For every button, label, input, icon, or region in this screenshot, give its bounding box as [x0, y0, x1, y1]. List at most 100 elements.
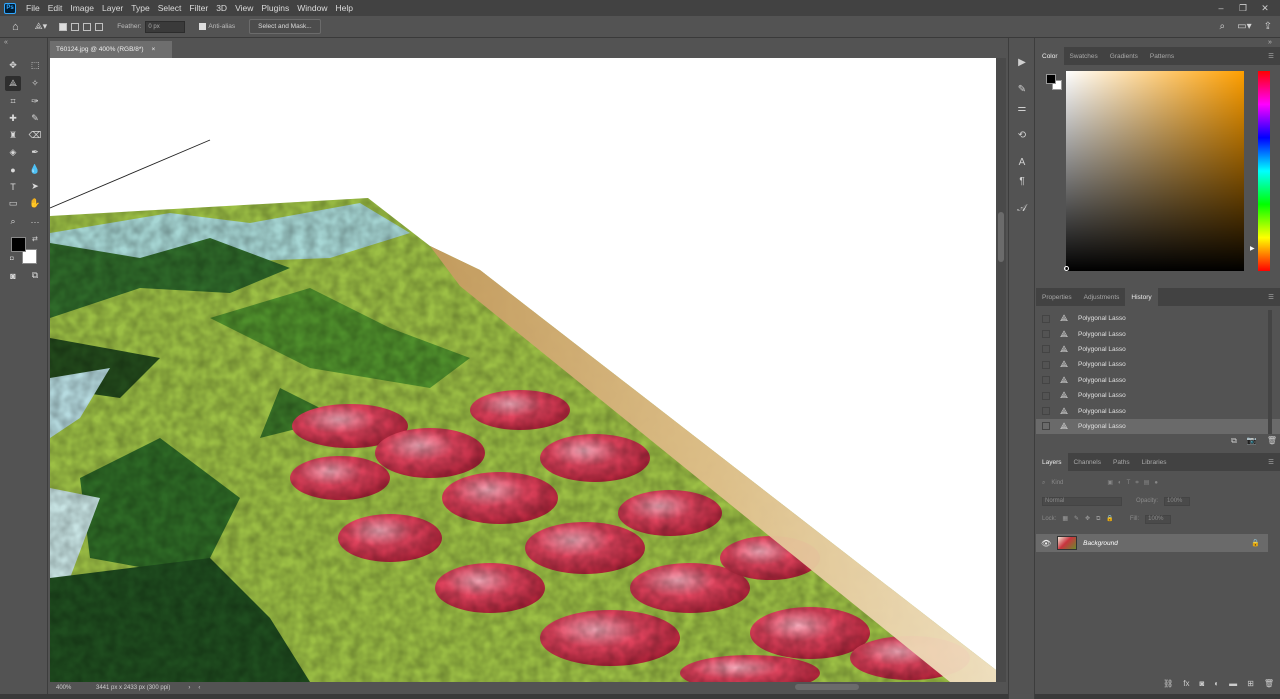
history-item[interactable]: ⟁ Polygonal Lasso [1036, 388, 1280, 403]
minimize-icon[interactable]: – [1210, 3, 1232, 13]
tab-color[interactable]: Color [1036, 47, 1064, 65]
history-item[interactable]: ⟁ Polygonal Lasso [1036, 373, 1280, 388]
history-brush-source-box[interactable] [1042, 360, 1050, 369]
workspace-icon[interactable]: ▭▾ [1237, 21, 1251, 32]
close-icon[interactable]: ✕ [1254, 3, 1276, 14]
tab-gradients[interactable]: Gradients [1104, 47, 1144, 65]
layer-name[interactable]: Background [1083, 540, 1118, 547]
add-mask-icon[interactable]: ◙ [1199, 679, 1204, 688]
brush-settings-icon[interactable]: ✎ [1015, 82, 1029, 96]
quick-mask-icon[interactable]: ◙ [5, 268, 21, 283]
menu-item-select[interactable]: Select [154, 3, 186, 13]
eraser-tool-icon[interactable]: ⌫ [27, 128, 43, 143]
character-icon[interactable]: A [1015, 155, 1029, 169]
menu-item-layer[interactable]: Layer [98, 3, 127, 13]
scroll-left-icon[interactable]: ‹ [198, 685, 200, 691]
history-item[interactable]: ⟁ Polygonal Lasso [1036, 403, 1280, 418]
adjustments-sliders-icon[interactable]: ⚌ [1015, 101, 1029, 115]
dodge-tool-icon[interactable]: ● [5, 162, 21, 177]
feather-input[interactable]: 0 px [145, 20, 186, 33]
restore-icon[interactable]: ❐ [1232, 3, 1254, 14]
color-panel-fg-swatch[interactable] [1046, 74, 1056, 84]
new-group-folder-icon[interactable]: ▬ [1229, 679, 1237, 688]
paragraph-icon[interactable]: ¶ [1015, 174, 1029, 188]
add-selection-icon[interactable] [71, 22, 80, 31]
menu-item-image[interactable]: Image [66, 3, 98, 13]
opacity-input[interactable]: 100% [1164, 496, 1191, 506]
hue-slider-marker-icon[interactable]: ▶ [1250, 245, 1255, 252]
zoom-level[interactable]: 400% [56, 685, 96, 691]
magic-wand-tool-icon[interactable]: ✧ [27, 76, 43, 91]
vertical-scroll-thumb[interactable] [998, 212, 1004, 262]
saturation-brightness-field[interactable] [1066, 71, 1244, 271]
layer-visibility-eye-icon[interactable]: 👁 [1041, 539, 1051, 548]
close-tab-icon[interactable]: × [152, 46, 156, 53]
tab-libraries[interactable]: Libraries [1136, 453, 1173, 471]
move-tool-icon[interactable]: ✥ [5, 58, 21, 73]
tab-patterns[interactable]: Patterns [1144, 47, 1180, 65]
marquee-tool-icon[interactable]: ⬚ [27, 58, 43, 73]
history-item[interactable]: ⟁ Polygonal Lasso [1036, 342, 1280, 357]
search-icon[interactable]: ⌕ [1220, 21, 1226, 32]
layer-row-background[interactable]: 👁 Background 🔒 [1036, 534, 1268, 552]
history-brush-source-box[interactable] [1042, 422, 1050, 431]
new-layer-icon[interactable]: ⊞ [1247, 679, 1254, 688]
subtract-selection-icon[interactable] [83, 22, 92, 31]
blend-mode-select[interactable]: Normal [1042, 496, 1122, 506]
menu-item-window[interactable]: Window [293, 3, 331, 13]
vertical-scrollbar[interactable] [996, 58, 1006, 682]
menu-item-filter[interactable]: Filter [185, 3, 212, 13]
delete-state-trash-icon[interactable]: 🗑 [1267, 436, 1277, 446]
tab-adjustments[interactable]: Adjustments [1078, 288, 1126, 306]
history-panel-menu-icon[interactable]: ☰ [1262, 288, 1280, 306]
new-document-from-state-icon[interactable]: ⧉ [1231, 436, 1237, 446]
menu-item-help[interactable]: Help [331, 3, 356, 13]
zoom-tool-icon[interactable]: ⌕ [5, 214, 21, 229]
pen-tool-icon[interactable]: ✒ [27, 145, 43, 160]
share-icon[interactable]: ⇪ [1264, 21, 1272, 32]
foreground-color-swatch[interactable] [11, 237, 26, 252]
play-actions-icon[interactable]: ▶ [1015, 55, 1029, 69]
history-item[interactable]: ⟁ Polygonal Lasso [1036, 357, 1280, 372]
horizontal-scroll-thumb[interactable] [795, 684, 859, 690]
history-item[interactable]: ⟁ Polygonal Lasso [1036, 326, 1280, 341]
history-brush-source-box[interactable] [1042, 330, 1050, 339]
layers-panel-menu-icon[interactable]: ☰ [1262, 453, 1280, 471]
healing-brush-tool-icon[interactable]: ✚ [5, 111, 21, 126]
menu-item-3d[interactable]: 3D [212, 3, 231, 13]
swap-colors-icon[interactable]: ⇄ [32, 235, 38, 243]
default-colors-icon[interactable]: ◘ [10, 256, 14, 262]
adjustment-layer-icon[interactable]: ◐ [1214, 679, 1219, 688]
delete-layer-trash-icon[interactable]: 🗑 [1264, 679, 1274, 688]
brush-tool-icon[interactable]: ✎ [27, 111, 43, 126]
tab-channels[interactable]: Channels [1068, 453, 1107, 471]
glyphs-icon[interactable]: 𝒜 [1015, 201, 1029, 215]
tab-paths[interactable]: Paths [1107, 453, 1136, 471]
screen-mode-icon[interactable]: ⧉ [27, 268, 43, 283]
crop-tool-icon[interactable]: ⌗ [5, 94, 21, 109]
clone-stamp-tool-icon[interactable]: ♜ [5, 128, 21, 143]
color-picker-marker[interactable] [1064, 266, 1069, 271]
history-brush-source-box[interactable] [1042, 345, 1050, 354]
menu-item-edit[interactable]: Edit [44, 3, 67, 13]
collapse-toolbar-icon[interactable]: « [4, 39, 8, 46]
hand-tool-icon[interactable]: ✋ [27, 196, 43, 211]
fill-input[interactable]: 100% [1145, 514, 1172, 524]
hue-slider[interactable] [1258, 71, 1270, 271]
menu-item-plugins[interactable]: Plugins [257, 3, 293, 13]
tab-history[interactable]: History [1125, 288, 1158, 306]
layer-style-fx-icon[interactable]: fx [1183, 679, 1189, 688]
history-brush-source-box[interactable] [1042, 391, 1050, 400]
history-brush-icon[interactable]: ⟲ [1015, 128, 1029, 142]
color-panel-menu-icon[interactable]: ☰ [1262, 47, 1280, 65]
collapse-panels-icon[interactable]: » [1268, 39, 1272, 46]
type-tool-icon[interactable]: T [5, 179, 21, 194]
tab-layers[interactable]: Layers [1036, 453, 1068, 471]
status-menu-icon[interactable]: › [188, 685, 190, 691]
history-brush-source-box[interactable] [1042, 314, 1050, 323]
menu-item-view[interactable]: View [231, 3, 257, 13]
select-and-mask-button[interactable]: Select and Mask... [249, 19, 321, 34]
antialias-checkbox[interactable]: Anti-alias [199, 23, 235, 30]
history-item[interactable]: ⟁ Polygonal Lasso [1036, 418, 1280, 435]
home-icon[interactable]: ⌂ [12, 21, 19, 33]
